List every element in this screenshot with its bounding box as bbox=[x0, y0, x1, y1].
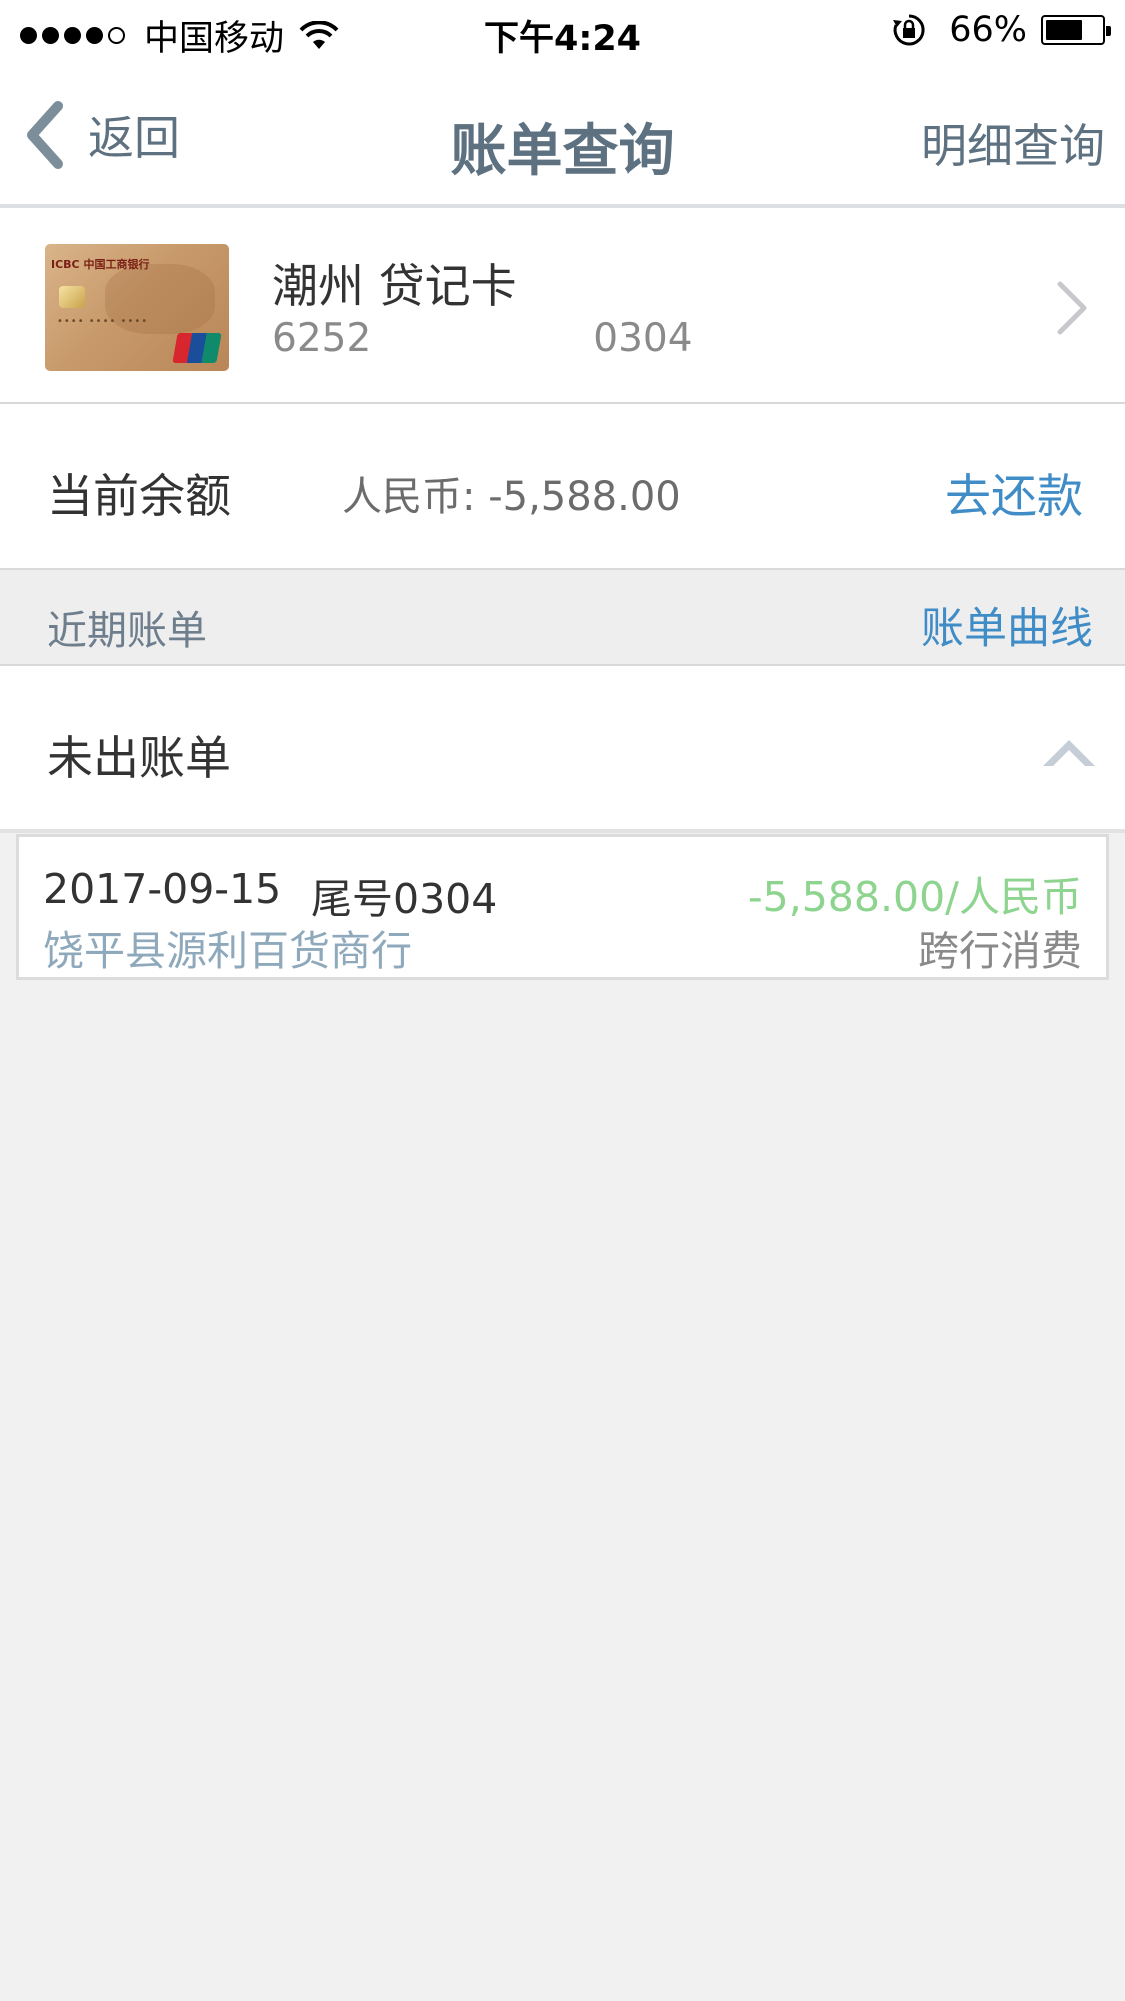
balance-value: 人民币: -5,588.00 bbox=[342, 474, 681, 520]
transaction-type: 跨行消费 bbox=[918, 927, 1082, 975]
card-number-prefix: 6252 bbox=[272, 316, 372, 361]
rotation-lock-icon bbox=[893, 14, 925, 46]
card-number: 6252 0304 bbox=[272, 316, 693, 361]
detail-query-button[interactable]: 明细查询 bbox=[921, 110, 1105, 176]
card-number-suffix: 0304 bbox=[593, 316, 693, 361]
recent-bills-header: 近期账单 账单曲线 bbox=[0, 570, 1125, 666]
bill-curve-link[interactable]: 账单曲线 bbox=[921, 594, 1093, 656]
card-embossed-digits: •••• •••• •••• bbox=[57, 316, 149, 327]
recent-bills-title: 近期账单 bbox=[47, 608, 207, 654]
card-chip bbox=[59, 286, 85, 308]
status-right: 66% bbox=[891, 10, 1111, 50]
unbilled-section-toggle[interactable]: 未出账单 bbox=[0, 666, 1125, 833]
chevron-up-icon bbox=[1043, 740, 1095, 766]
transaction-card-tail: 尾号0304 bbox=[311, 875, 498, 923]
battery-icon bbox=[1041, 15, 1111, 45]
unbilled-label: 未出账单 bbox=[47, 731, 231, 785]
credit-card-image: ICBC 中国工商银行 •••• •••• •••• bbox=[45, 244, 229, 371]
card-number-mask bbox=[371, 350, 593, 351]
repay-button[interactable]: 去还款 bbox=[945, 460, 1083, 526]
battery-cap bbox=[1106, 26, 1111, 36]
card-name: 潮州 贷记卡 bbox=[272, 259, 517, 313]
chevron-right-icon bbox=[1057, 281, 1087, 335]
card-selector[interactable]: ICBC 中国工商银行 •••• •••• •••• 潮州 贷记卡 6252 03… bbox=[0, 208, 1125, 404]
transaction-merchant: 饶平县源利百货商行 bbox=[43, 927, 412, 975]
battery-level bbox=[1046, 20, 1082, 40]
nav-bar: 返回 账单查询 明细查询 bbox=[0, 62, 1125, 208]
battery-percent: 66% bbox=[949, 10, 1027, 50]
transaction-amount: -5,588.00/人民币 bbox=[747, 873, 1082, 921]
balance-row: 当前余额 人民币: -5,588.00 去还款 bbox=[0, 404, 1125, 570]
card-bank-logo: ICBC 中国工商银行 bbox=[51, 258, 150, 271]
balance-label: 当前余额 bbox=[47, 469, 231, 523]
unionpay-logo bbox=[172, 333, 222, 363]
status-bar: 中国移动 下午4:24 66% bbox=[0, 0, 1125, 62]
transaction-date: 2017-09-15 bbox=[43, 865, 282, 913]
transaction-item[interactable]: 2017-09-15 尾号0304 -5,588.00/人民币 饶平县源利百货商… bbox=[16, 834, 1109, 980]
